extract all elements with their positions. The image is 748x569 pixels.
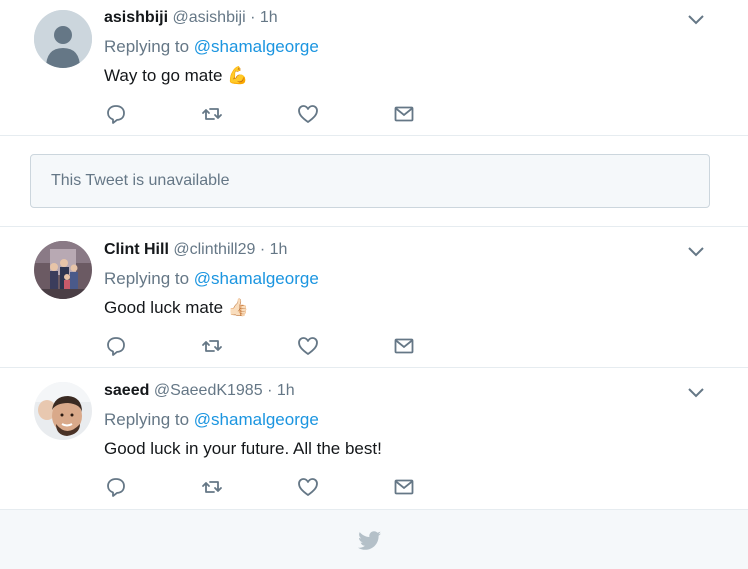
tweet[interactable]: asishbiji @asishbiji · 1h Replying to @s…: [0, 0, 748, 136]
reply-icon[interactable]: [104, 334, 128, 358]
replying-to-label: Replying to: [104, 37, 194, 56]
chevron-down-icon[interactable]: [686, 386, 706, 400]
replying-to: Replying to @shamalgeorge: [104, 409, 319, 431]
mention-link[interactable]: @shamalgeorge: [194, 37, 319, 56]
user-handle[interactable]: @SaeedK1985: [154, 382, 263, 399]
flexed-biceps-emoji: 💪: [227, 66, 249, 85]
unavailable-text: This Tweet is unavailable: [51, 172, 230, 189]
tweet[interactable]: saeed @SaeedK1985 · 1h Replying to @sham…: [0, 368, 748, 509]
avatar-photo[interactable]: [34, 241, 92, 299]
mention-link[interactable]: @shamalgeorge: [194, 410, 319, 429]
timeline-footer: [0, 509, 748, 569]
display-name[interactable]: Clint Hill: [104, 241, 169, 258]
envelope-icon[interactable]: [392, 102, 416, 126]
heart-icon[interactable]: [296, 102, 320, 126]
thumbs-up-emoji: 👍🏻: [227, 298, 249, 317]
tweet-actions: [104, 475, 434, 499]
reply-icon[interactable]: [104, 475, 128, 499]
envelope-icon[interactable]: [392, 475, 416, 499]
tweet-text-content: Way to go mate: [104, 66, 223, 85]
retweet-icon[interactable]: [200, 102, 224, 126]
tweet-text: Way to go mate 💪: [104, 65, 248, 87]
display-name[interactable]: saeed: [104, 382, 149, 399]
replying-to: Replying to @shamalgeorge: [104, 36, 319, 58]
timestamp[interactable]: 1h: [260, 9, 278, 26]
timestamp[interactable]: 1h: [277, 382, 295, 399]
user-handle[interactable]: @asishbiji: [172, 9, 245, 26]
user-handle[interactable]: @clinthill29: [173, 241, 255, 258]
chevron-down-icon[interactable]: [686, 245, 706, 259]
envelope-icon[interactable]: [392, 334, 416, 358]
tweet-actions: [104, 334, 434, 358]
separator-dot: ·: [267, 382, 273, 399]
tweet-header: Clint Hill @clinthill29 · 1h: [104, 240, 287, 260]
chevron-down-icon[interactable]: [686, 13, 706, 27]
separator-dot: ·: [259, 241, 266, 258]
replying-to: Replying to @shamalgeorge: [104, 268, 319, 290]
mention-link[interactable]: @shamalgeorge: [194, 269, 319, 288]
tweet-unavailable-notice: This Tweet is unavailable: [30, 154, 710, 208]
tweet-text: Good luck in your future. All the best!: [104, 438, 382, 460]
timestamp[interactable]: 1h: [270, 241, 288, 258]
replying-to-label: Replying to: [104, 410, 194, 429]
separator-dot: ·: [250, 9, 256, 26]
tweet-header: saeed @SaeedK1985 · 1h: [104, 381, 295, 401]
twitter-bird-icon: [358, 531, 382, 551]
tweet-text-content: Good luck mate: [104, 298, 224, 317]
heart-icon[interactable]: [296, 334, 320, 358]
retweet-icon[interactable]: [200, 475, 224, 499]
reply-icon[interactable]: [104, 102, 128, 126]
avatar-default[interactable]: [34, 10, 92, 68]
avatar-photo[interactable]: [34, 382, 92, 440]
tweet-text: Good luck mate 👍🏻: [104, 297, 249, 319]
tweet-header: asishbiji @asishbiji · 1h: [104, 8, 278, 28]
replying-to-label: Replying to: [104, 269, 194, 288]
display-name[interactable]: asishbiji: [104, 9, 168, 26]
retweet-icon[interactable]: [200, 334, 224, 358]
tweet[interactable]: Clint Hill @clinthill29 · 1h Replying to…: [0, 227, 748, 368]
heart-icon[interactable]: [296, 475, 320, 499]
tweet-text-content: Good luck in your future. All the best!: [104, 439, 382, 458]
tweet-actions: [104, 102, 434, 126]
